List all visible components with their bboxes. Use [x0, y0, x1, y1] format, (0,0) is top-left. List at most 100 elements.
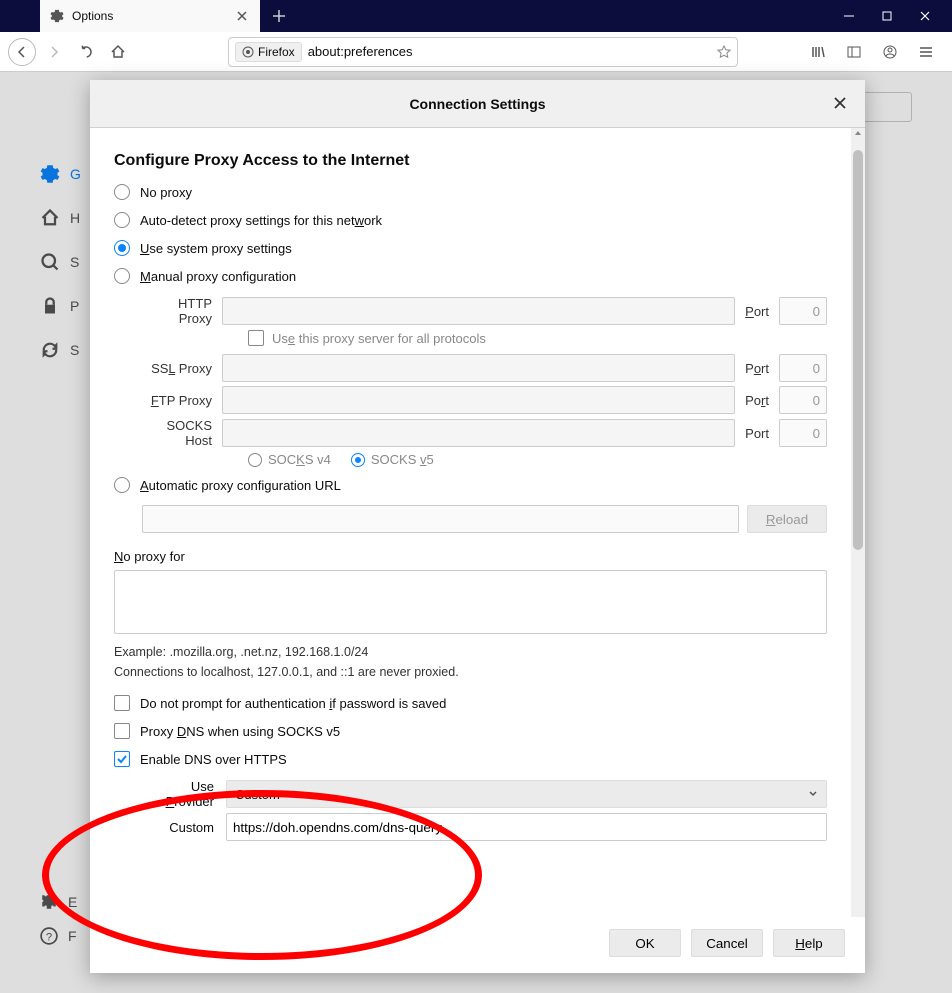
socks-port-label: Port	[739, 426, 775, 441]
radio-icon	[114, 477, 130, 493]
dialog-footer: OK Cancel Help	[90, 917, 865, 973]
account-button[interactable]	[876, 38, 904, 66]
forward-button[interactable]	[40, 38, 68, 66]
radio-icon	[351, 453, 365, 467]
connection-settings-dialog: Connection Settings Configure Proxy Acce…	[90, 80, 865, 973]
ssl-proxy-label: SSL Proxy	[142, 361, 218, 376]
dialog-header: Connection Settings	[90, 80, 865, 128]
checkbox-no-prompt[interactable]: Do not prompt for authentication if pass…	[114, 695, 827, 711]
lock-icon	[40, 296, 60, 316]
http-proxy-label: HTTP Proxy	[142, 296, 218, 326]
close-icon[interactable]	[831, 94, 849, 112]
scrollbar-thumb[interactable]	[853, 150, 863, 550]
pac-url-input[interactable]	[142, 505, 739, 533]
scrollbar[interactable]	[851, 128, 865, 917]
custom-row: Custom	[142, 813, 827, 841]
radio-no-proxy[interactable]: No proxy	[114, 184, 827, 200]
category-sidebar: G H S P S	[40, 152, 90, 372]
radio-icon	[114, 240, 130, 256]
checkbox-icon	[114, 723, 130, 739]
cancel-button[interactable]: Cancel	[691, 929, 763, 957]
sidebar-bottom: E ? F	[40, 885, 77, 953]
identity-box[interactable]: Firefox	[235, 42, 302, 62]
url-text: about:preferences	[308, 44, 711, 59]
reload-button[interactable]	[72, 38, 100, 66]
home-icon	[40, 208, 60, 228]
gear-icon	[40, 164, 60, 184]
ssl-port-input[interactable]	[779, 354, 827, 382]
custom-doh-input[interactable]	[226, 813, 827, 841]
socks-host-label: SOCKS Host	[142, 418, 218, 448]
ssl-proxy-input[interactable]	[222, 354, 735, 382]
sidebar-item-sync[interactable]: S	[40, 328, 90, 372]
sidebar-item-extensions[interactable]: E	[40, 885, 77, 919]
radio-socks-v5[interactable]: SOCKS v5	[351, 452, 434, 467]
maximize-icon[interactable]	[880, 9, 894, 23]
close-window-icon[interactable]	[918, 9, 932, 23]
socks-port-input[interactable]	[779, 419, 827, 447]
radio-auto-url[interactable]: Automatic proxy configuration URL	[114, 477, 827, 493]
custom-label: Custom	[142, 820, 218, 835]
menu-button[interactable]	[912, 38, 940, 66]
checkbox-icon	[114, 751, 130, 767]
search-icon	[40, 252, 60, 272]
minimize-icon[interactable]	[842, 9, 856, 23]
library-button[interactable]	[804, 38, 832, 66]
back-button[interactable]	[8, 38, 36, 66]
http-port-input[interactable]	[779, 297, 827, 325]
sidebar-button[interactable]	[840, 38, 868, 66]
sidebar-item-general[interactable]: G	[40, 152, 90, 196]
sync-icon	[40, 340, 60, 360]
title-bar: Options	[0, 0, 952, 32]
radio-icon	[114, 268, 130, 284]
example-text: Example: .mozilla.org, .net.nz, 192.168.…	[114, 645, 827, 659]
radio-icon	[114, 212, 130, 228]
manual-proxy-grid: HTTP Proxy Port Use this proxy server fo…	[142, 296, 827, 467]
browser-tab[interactable]: Options	[40, 0, 260, 32]
localhost-note: Connections to localhost, 127.0.0.1, and…	[114, 665, 827, 679]
puzzle-icon	[40, 893, 58, 911]
provider-label: Use Provider	[142, 779, 218, 809]
provider-row: Use Provider Custom	[142, 779, 827, 809]
scroll-up-icon[interactable]	[851, 128, 865, 138]
enable-doh-label: Enable DNS over HTTPS	[140, 752, 287, 767]
radio-manual[interactable]: Manual proxy configuration	[114, 268, 827, 284]
radio-auto-detect[interactable]: Auto-detect proxy settings for this netw…	[114, 212, 827, 228]
svg-text:?: ?	[46, 932, 52, 944]
ftp-proxy-input[interactable]	[222, 386, 735, 414]
ok-button[interactable]: OK	[609, 929, 681, 957]
radio-icon	[114, 184, 130, 200]
checkbox-icon	[114, 695, 130, 711]
gear-icon	[50, 9, 64, 23]
no-proxy-textarea[interactable]	[114, 570, 827, 634]
checkbox-icon	[248, 330, 264, 346]
sidebar-item-search[interactable]: S	[40, 240, 90, 284]
reload-button[interactable]: Reload	[747, 505, 827, 533]
new-tab-button[interactable]	[272, 9, 286, 23]
chevron-down-icon	[808, 789, 818, 799]
address-bar[interactable]: Firefox about:preferences	[228, 37, 738, 67]
dialog-title: Connection Settings	[409, 96, 545, 112]
use-for-all-checkbox[interactable]: Use this proxy server for all protocols	[248, 330, 827, 346]
window-controls	[842, 9, 952, 23]
ftp-proxy-label: FTP Proxy	[142, 393, 218, 408]
section-title: Configure Proxy Access to the Internet	[114, 152, 827, 170]
sidebar-item-privacy[interactable]: P	[40, 284, 90, 328]
http-proxy-input[interactable]	[222, 297, 735, 325]
question-icon: ?	[40, 927, 58, 945]
radio-use-system[interactable]: Use system proxy settings	[114, 240, 827, 256]
sidebar-item-support[interactable]: ? F	[40, 919, 77, 953]
provider-select[interactable]: Custom	[226, 780, 827, 808]
home-button[interactable]	[104, 38, 132, 66]
socks-host-input[interactable]	[222, 419, 735, 447]
help-button[interactable]: Help	[773, 929, 845, 957]
radio-icon	[248, 453, 262, 467]
ftp-port-input[interactable]	[779, 386, 827, 414]
bookmark-star-icon[interactable]	[717, 45, 731, 59]
sidebar-item-home[interactable]: H	[40, 196, 90, 240]
radio-socks-v4[interactable]: SOCKS v4	[248, 452, 331, 467]
checkbox-enable-doh[interactable]: Enable DNS over HTTPS	[114, 751, 827, 767]
close-icon[interactable]	[234, 8, 250, 24]
toolbar: Firefox about:preferences	[0, 32, 952, 72]
checkbox-proxy-dns[interactable]: Proxy DNS when using SOCKS v5	[114, 723, 827, 739]
